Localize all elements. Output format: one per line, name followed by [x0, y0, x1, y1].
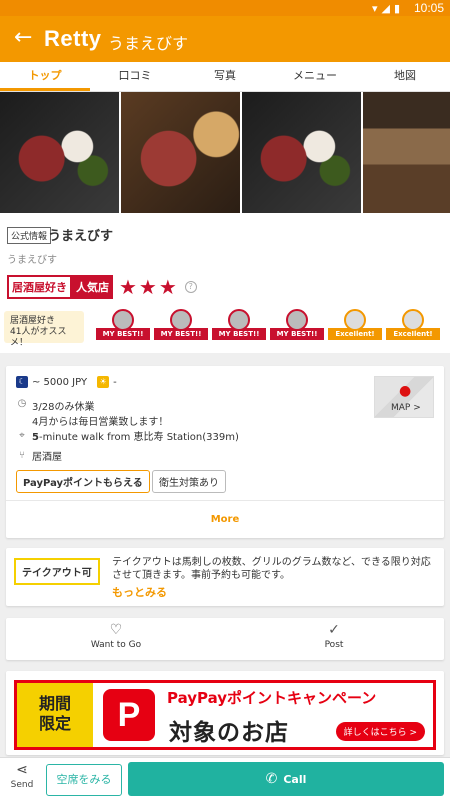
clock-icon: ◷: [17, 398, 27, 409]
recommender-avatar[interactable]: MY BEST!!: [270, 309, 324, 340]
status-icons: ▾ ◢ ▮: [372, 2, 400, 15]
photo-item[interactable]: [121, 92, 240, 213]
takeout-more-link[interactable]: もっとみる: [112, 584, 167, 600]
check-seats-button[interactable]: 空席をみる: [46, 764, 122, 796]
price-row: ☾ ~ 5000 JPY ☀ -: [16, 376, 117, 388]
call-button[interactable]: ✆ Call: [128, 762, 444, 796]
recommend-count: 居酒屋好き 41人がオススメ！: [4, 311, 84, 348]
holiday-line2: 4月からは毎日営業致します！: [32, 417, 169, 428]
limited-time-label: 期間 限定: [17, 683, 93, 747]
post-label: Post: [324, 640, 344, 650]
avatar: [228, 309, 250, 331]
takeout-card: テイクアウト可 テイクアウトは馬刺しの枚数、グリルのグラム数など、できる限り対応…: [6, 548, 444, 606]
heart-icon: ♡: [109, 622, 123, 638]
share-icon: ⋖: [16, 762, 28, 778]
recommender-avatar[interactable]: MY BEST!!: [212, 309, 266, 340]
genre-text: 居酒屋: [32, 452, 62, 463]
wifi-icon: ▾: [371, 2, 378, 15]
status-bar: ▾ ◢ ▮ 10:05: [0, 0, 450, 16]
details-card: ☾ ~ 5000 JPY ☀ - ◷ 3/28のみ休業 4月からは毎日営業致しま…: [6, 366, 444, 538]
limited-line2: 限定: [38, 714, 71, 733]
hours-row: ◷ 3/28のみ休業 4月からは毎日営業致します！: [16, 398, 169, 428]
post-button[interactable]: ✓ Post: [274, 622, 394, 650]
badge-izakaya-lover: 居酒屋好き: [7, 275, 72, 299]
back-arrow-icon[interactable]: ←: [14, 26, 32, 50]
map-pin-icon: ●: [399, 383, 412, 399]
moon-icon: ☾: [16, 376, 28, 388]
help-icon[interactable]: ?: [184, 281, 197, 293]
want-label: Want to Go: [90, 640, 142, 650]
official-badge: 公式情報: [7, 227, 52, 244]
access-row: ⌖ 5-minute walk from 恵比寿 Station(339m): [16, 428, 239, 443]
campaign-card: 期間 限定 P PayPayポイントキャンペーン 対象のお店 詳しくはこちら >: [6, 671, 444, 755]
action-card: ♡ Want to Go ✓ Post: [6, 618, 444, 660]
takeout-badge: テイクアウト可: [14, 558, 100, 585]
tab-menu[interactable]: メニュー: [270, 62, 360, 91]
access-minutes: 5: [32, 432, 39, 443]
recommender-avatar[interactable]: MY BEST!!: [96, 309, 150, 340]
send-label: Send: [10, 780, 34, 790]
avatar: [170, 309, 192, 331]
photo-item[interactable]: [363, 92, 450, 213]
shop-name: うまえびす: [48, 229, 114, 244]
battery-icon: ▮: [393, 2, 400, 15]
photo-carousel[interactable]: [0, 92, 450, 213]
paypay-campaign-banner[interactable]: 期間 限定 P PayPayポイントキャンペーン 対象のお店 詳しくはこちら >: [14, 680, 436, 750]
recommender-avatar[interactable]: Excellent!: [328, 309, 382, 340]
signal-icon: ◢: [381, 2, 390, 15]
tab-bar: トップ 口コミ 写真 メニュー 地図: [0, 62, 450, 92]
recommender-avatar[interactable]: MY BEST!!: [154, 309, 208, 340]
photo-item[interactable]: [0, 92, 119, 213]
appbar-shop-name: うまえびす: [108, 34, 189, 53]
star-rating: ★★★: [119, 275, 179, 299]
app-brand: Retty: [44, 26, 102, 51]
bottom-bar: ⋖ Send 空席をみる ✆ Call: [0, 757, 450, 800]
divider: [6, 500, 444, 501]
badge-popular: 人気店: [72, 275, 113, 299]
check-circle-icon: ✓: [328, 622, 340, 638]
send-button[interactable]: ⋖ Send: [8, 762, 36, 790]
paypay-chip[interactable]: PayPayポイントもらえる: [16, 470, 150, 493]
tab-reviews[interactable]: 口コミ: [90, 62, 180, 91]
holiday-line1: 3/28のみ休業: [32, 402, 95, 413]
genre-row: ⑂ 居酒屋: [16, 448, 62, 463]
fork-knife-icon: ⑂: [19, 450, 25, 461]
recommend-line1: 居酒屋好き: [10, 316, 56, 326]
avatar: [286, 309, 308, 331]
details-link[interactable]: 詳しくはこちら >: [335, 722, 425, 741]
hygiene-chip[interactable]: 衛生対策あり: [152, 470, 226, 493]
map-thumbnail[interactable]: ● MAP >: [374, 376, 434, 418]
shop-subname: うまえびす: [7, 255, 57, 266]
recommender-list[interactable]: MY BEST!! MY BEST!! MY BEST!! MY BEST!! …: [96, 309, 440, 340]
want-to-go-button[interactable]: ♡ Want to Go: [56, 622, 176, 650]
tab-top[interactable]: トップ: [0, 62, 90, 91]
recommend-line2: 41人がオススメ！: [10, 327, 67, 348]
more-button[interactable]: More: [6, 514, 444, 525]
recommender-avatar[interactable]: Excellent!: [386, 309, 440, 340]
tab-map[interactable]: 地図: [360, 62, 450, 91]
status-time: 10:05: [413, 1, 444, 15]
avatar: [344, 309, 366, 331]
access-text: -minute walk from 恵比寿 Station(339m): [38, 432, 239, 443]
map-link: MAP >: [391, 403, 421, 413]
campaign-target: 対象のお店: [169, 720, 289, 746]
location-pin-icon: ⌖: [19, 430, 25, 441]
tab-photos[interactable]: 写真: [180, 62, 270, 91]
campaign-title: PayPayポイントキャンペーン: [167, 689, 377, 707]
rating-badges: 居酒屋好き 人気店 ★★★ ?: [7, 275, 197, 299]
takeout-text: テイクアウトは馬刺しの枚数、グリルのグラム数など、できる限り対応させて頂きます。…: [112, 557, 431, 581]
price-day: -: [113, 376, 117, 388]
limited-line1: 期間: [38, 694, 71, 713]
avatar: [112, 309, 134, 331]
sun-icon: ☀: [97, 376, 110, 388]
shop-info: 公式情報 うまえびす うまえびす 居酒屋好き 人気店 ★★★ ? 居酒屋好き 4…: [0, 213, 450, 353]
avatar: [402, 309, 424, 331]
price-night: ~ 5000 JPY: [32, 376, 88, 388]
photo-item[interactable]: [242, 92, 361, 213]
app-bar: ← Retty うまえびす: [0, 16, 450, 62]
phone-icon: ✆: [265, 771, 278, 787]
call-label: Call: [283, 773, 307, 786]
paypay-logo-icon: P: [103, 689, 155, 741]
